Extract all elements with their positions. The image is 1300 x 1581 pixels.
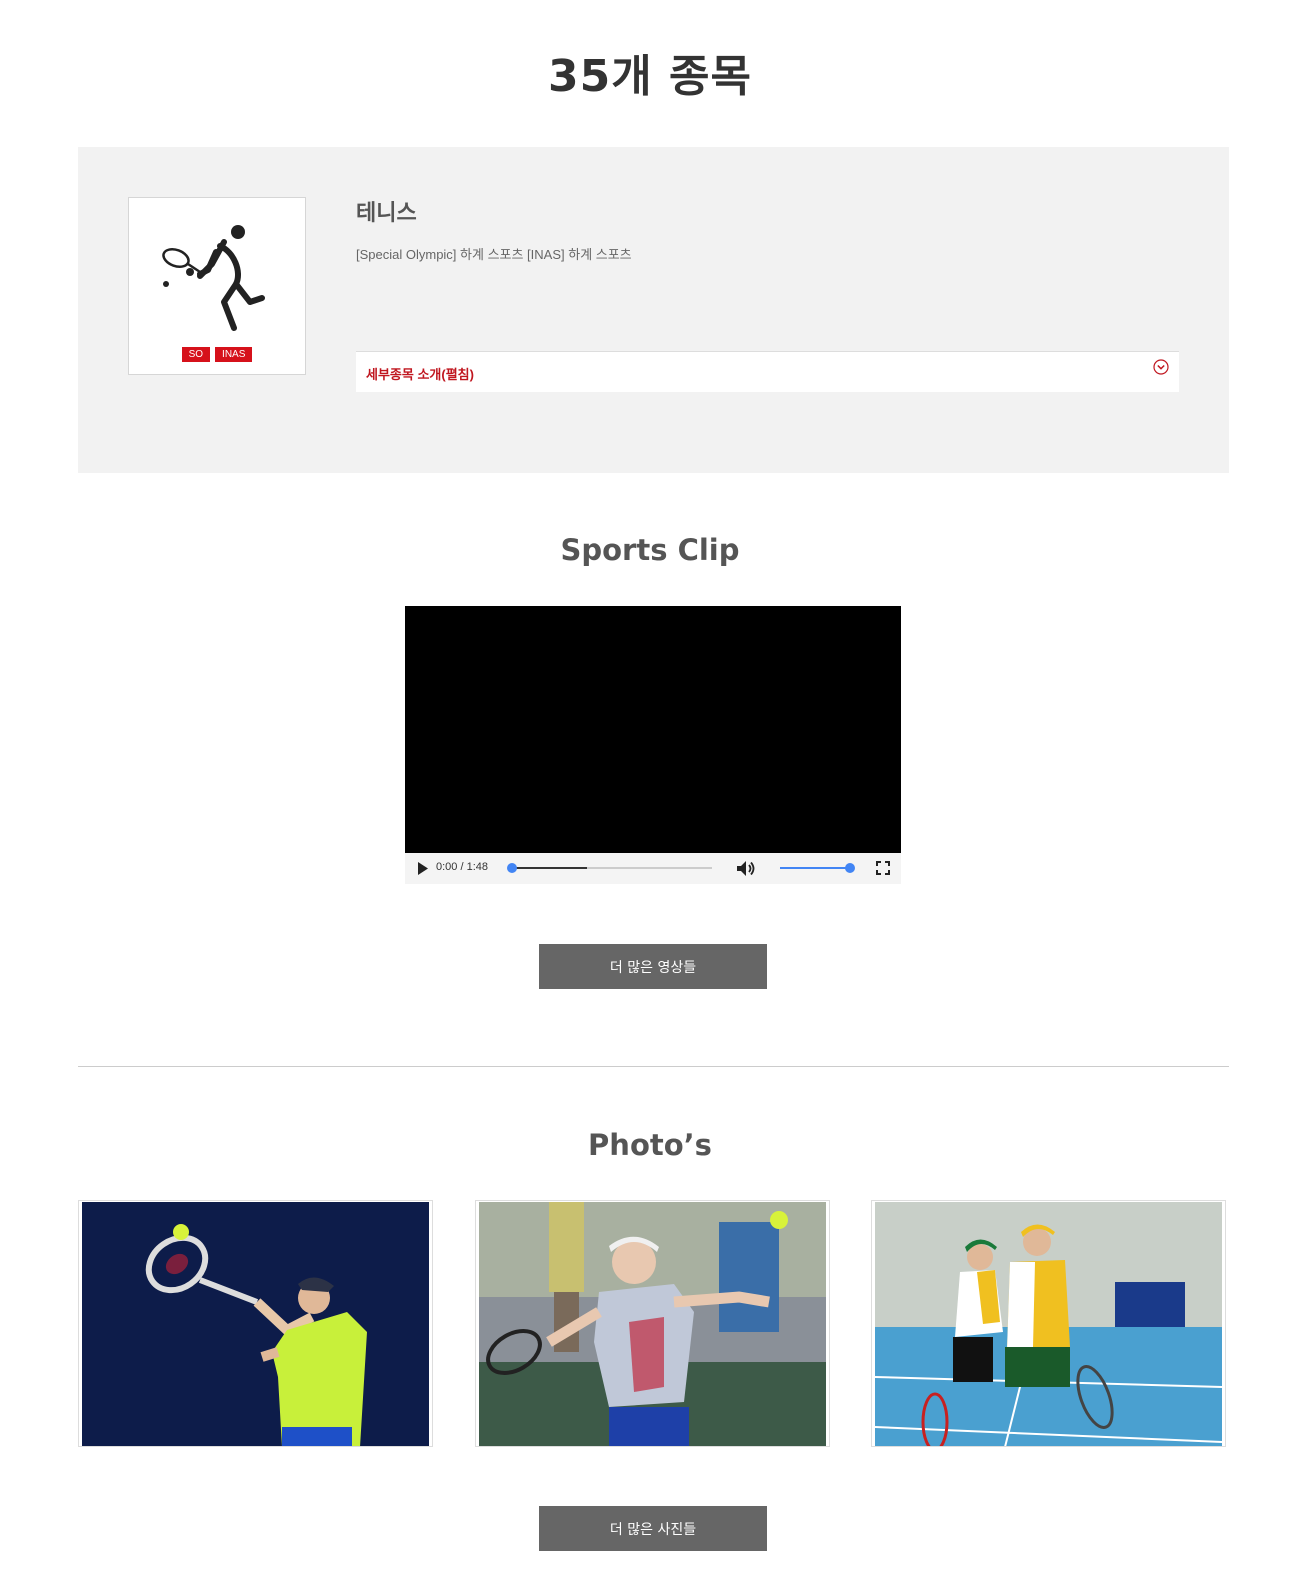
photos-title: Photo’s [588,1128,712,1162]
sport-name: 테니스 [356,201,417,226]
video-player[interactable]: 0:00 / 1:48 [405,606,901,884]
play-icon[interactable] [417,862,429,875]
volume-slider[interactable] [780,863,855,873]
photo-thumbnail-3[interactable] [871,1200,1226,1447]
badge-so: SO [181,347,211,362]
chevron-down-circle-icon[interactable] [1153,359,1169,375]
badge-inas: INAS [215,347,253,362]
volume-icon[interactable] [736,860,756,877]
video-time: 0:00 / 1:48 [436,861,488,873]
sub-event-accordion[interactable]: 세부종목 소개(펼침) [356,351,1179,392]
more-photos-button[interactable]: 더 많은 사진들 [539,1506,767,1551]
tennis-player-icon [162,225,265,331]
sport-info-panel: SO INAS 테니스 [Special Olympic] 하계 스포츠 [IN… [78,147,1229,473]
section-divider [78,1066,1229,1067]
badge-group: SO INAS [129,347,305,362]
video-progress-thumb[interactable] [507,863,517,873]
accordion-label: 세부종목 소개(펼침) [366,367,474,382]
video-buffered [512,867,587,869]
more-videos-button[interactable]: 더 많은 영상들 [539,944,767,989]
video-controls: 0:00 / 1:48 [405,853,901,884]
video-progress-bar[interactable] [507,863,712,873]
page-title: 35개 종목 [548,51,752,102]
photo-thumbnail-1[interactable] [78,1200,433,1447]
fullscreen-icon[interactable] [876,861,890,875]
photo-thumbnail-2[interactable] [475,1200,830,1447]
volume-thumb[interactable] [845,863,855,873]
sport-description: [Special Olympic] 하계 스포츠 [INAS] 하계 스포츠 [356,247,632,262]
sports-clip-title: Sports Clip [560,533,740,567]
sport-pictogram: SO INAS [128,197,306,375]
